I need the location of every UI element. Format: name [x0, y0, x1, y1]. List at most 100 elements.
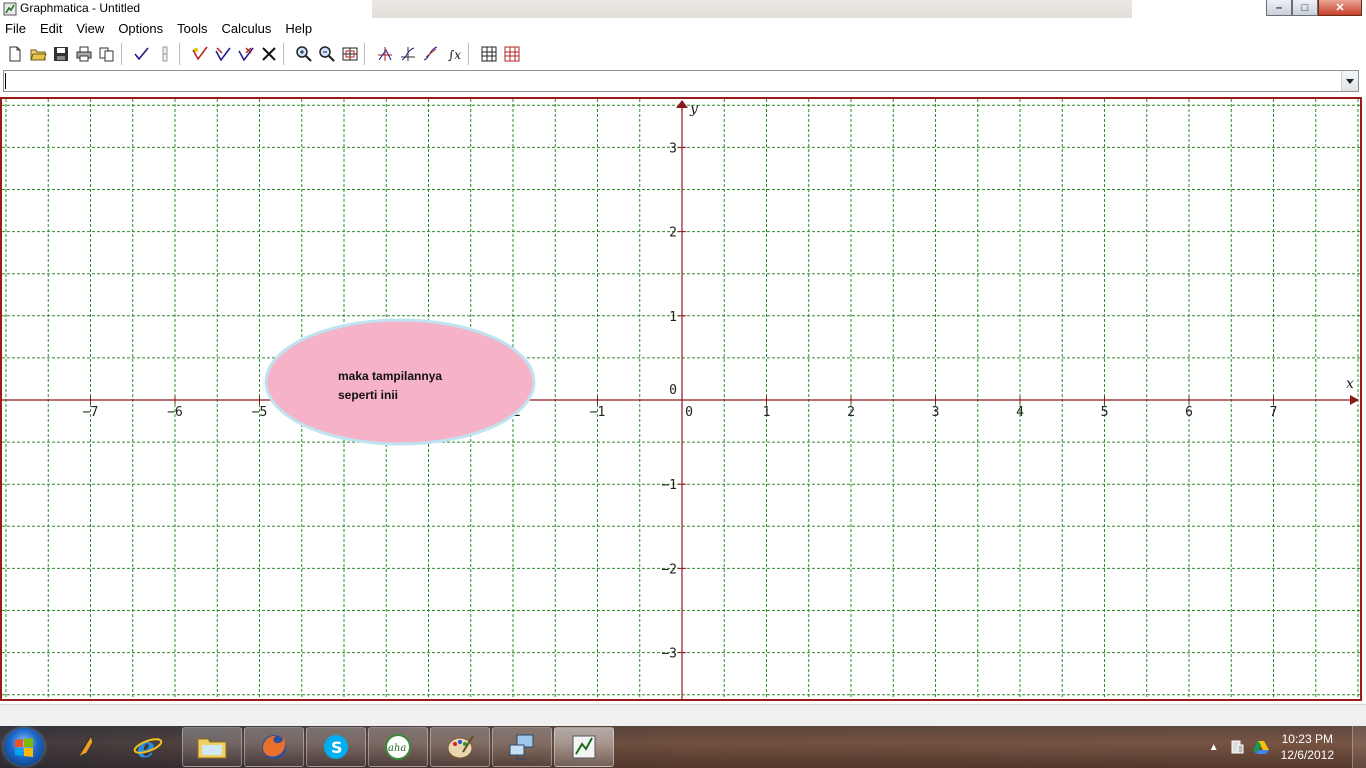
x-tick-label: 1 — [763, 405, 771, 420]
firefox-icon — [262, 735, 286, 759]
clock[interactable]: 10:23 PM 12/6/2012 — [1281, 731, 1334, 763]
tangent-icon[interactable] — [419, 43, 442, 65]
x-tick-label: 4 — [1016, 405, 1024, 420]
folder-icon — [197, 738, 227, 759]
x-tick-label: 3 — [932, 405, 940, 420]
google-drive-icon[interactable] — [1252, 739, 1269, 755]
callout-bubble: maka tampilannya seperti inii — [264, 318, 536, 446]
svg-text:aha: aha — [388, 743, 406, 754]
data-table-icon[interactable] — [477, 43, 500, 65]
y-tick-label: 0 — [669, 383, 677, 398]
toolbar-separator — [283, 43, 289, 65]
system-tray: ▲ 10:23 PM 12/6/2012 — [1209, 726, 1366, 768]
minimize-button[interactable]: – — [1266, 0, 1292, 16]
paint-palette-icon — [447, 735, 474, 759]
y-axis-arrow — [676, 100, 688, 108]
taskbar-aha[interactable]: aha — [368, 727, 428, 767]
clear-icon[interactable] — [257, 43, 280, 65]
x-tick-label: −1 — [590, 405, 606, 420]
delete-graph-icon[interactable] — [211, 43, 234, 65]
start-button[interactable] — [4, 728, 44, 766]
network-computer-icon — [509, 734, 534, 760]
x-tick-label: −7 — [83, 405, 99, 420]
equation-input[interactable] — [3, 70, 1359, 92]
maximize-button[interactable]: □ — [1292, 0, 1318, 16]
menu-view[interactable]: View — [69, 21, 111, 36]
graph-check-icon[interactable] — [130, 43, 153, 65]
y-tick-label: 3 — [669, 141, 677, 156]
x-axis-label: x — [1346, 376, 1354, 392]
graph-area[interactable]: xy−7−6−5−4−3−2−1012345673210−1−2−3 maka … — [0, 97, 1362, 701]
clock-time: 10:23 PM — [1281, 732, 1333, 746]
skype-icon: S — [324, 735, 348, 759]
svg-text:S: S — [331, 738, 343, 757]
background-window-ghost — [372, 0, 1132, 18]
show-hidden-icons-chevron-icon[interactable]: ▲ — [1209, 742, 1219, 753]
toolbar-separator — [121, 43, 127, 65]
zoom-out-icon[interactable] — [315, 43, 338, 65]
title-bar: Graphmatica - Untitled – □ ✕ — [0, 0, 1366, 18]
menu-bar: File Edit View Options Tools Calculus He… — [0, 18, 1366, 39]
aha-icon: aha — [385, 734, 411, 760]
graphmatica-app-icon — [3, 2, 17, 16]
grid-toggle-icon[interactable] — [500, 43, 523, 65]
toolbar: ∫x — [0, 39, 1366, 69]
taskbar-winamp[interactable] — [56, 727, 116, 767]
graphmatica-icon — [572, 735, 596, 759]
print-icon[interactable] — [72, 43, 95, 65]
y-axis-label: y — [689, 101, 699, 117]
new-file-icon[interactable] — [3, 43, 26, 65]
delete-all-icon[interactable] — [234, 43, 257, 65]
integral-icon[interactable]: ∫x — [442, 43, 465, 65]
zoom-in-icon[interactable] — [292, 43, 315, 65]
menu-tools[interactable]: Tools — [170, 21, 214, 36]
chevron-down-icon — [1346, 78, 1354, 84]
equation-dropdown-button[interactable] — [1341, 71, 1358, 91]
windows-logo-icon — [15, 738, 33, 757]
taskbar-graphmatica[interactable] — [554, 727, 614, 767]
svg-text:∫x: ∫x — [448, 48, 461, 62]
x-tick-label: −6 — [167, 405, 183, 420]
menu-file[interactable]: File — [0, 21, 33, 36]
svg-text:e: e — [137, 732, 155, 762]
taskbar-skype[interactable]: S — [306, 727, 366, 767]
open-folder-icon[interactable] — [26, 43, 49, 65]
taskbar-internet-explorer[interactable]: e — [118, 727, 178, 767]
window-title: Graphmatica - Untitled — [20, 1, 141, 15]
derivative-icon[interactable] — [396, 43, 419, 65]
show-desktop-button[interactable] — [1352, 726, 1366, 768]
x-tick-label: 5 — [1101, 405, 1109, 420]
taskbar-file-explorer[interactable] — [182, 727, 242, 767]
toolbar-separator — [468, 43, 474, 65]
toolbar-separator — [179, 43, 185, 65]
internet-explorer-icon: e — [133, 732, 163, 762]
menu-help[interactable]: Help — [278, 21, 319, 36]
x-tick-label: 7 — [1270, 405, 1278, 420]
x-tick-label: 6 — [1185, 405, 1193, 420]
device-icon[interactable] — [1229, 739, 1245, 755]
slider-icon[interactable] — [153, 43, 176, 65]
toolbar-separator — [364, 43, 370, 65]
taskbar-network-tool[interactable] — [492, 727, 552, 767]
y-tick-label: −3 — [661, 647, 677, 662]
save-icon[interactable] — [49, 43, 72, 65]
graph-canvas[interactable]: xy−7−6−5−4−3−2−1012345673210−1−2−3 — [2, 99, 1360, 699]
y-tick-label: 1 — [669, 310, 677, 325]
text-caret — [5, 73, 6, 89]
copy-icon[interactable] — [95, 43, 118, 65]
clock-date: 12/6/2012 — [1280, 748, 1334, 762]
menu-edit[interactable]: Edit — [33, 21, 69, 36]
intersection-icon[interactable] — [373, 43, 396, 65]
menu-options[interactable]: Options — [111, 21, 170, 36]
redraw-icon[interactable] — [188, 43, 211, 65]
winamp-icon — [78, 734, 94, 757]
taskbar-paint[interactable] — [430, 727, 490, 767]
close-button[interactable]: ✕ — [1318, 0, 1362, 16]
menu-calculus[interactable]: Calculus — [214, 21, 278, 36]
taskbar-firefox[interactable] — [244, 727, 304, 767]
y-tick-label: 2 — [669, 226, 677, 241]
x-tick-label: 0 — [685, 405, 693, 420]
y-tick-label: −2 — [661, 562, 677, 577]
status-bar — [0, 704, 1366, 726]
grid-range-icon[interactable] — [338, 43, 361, 65]
